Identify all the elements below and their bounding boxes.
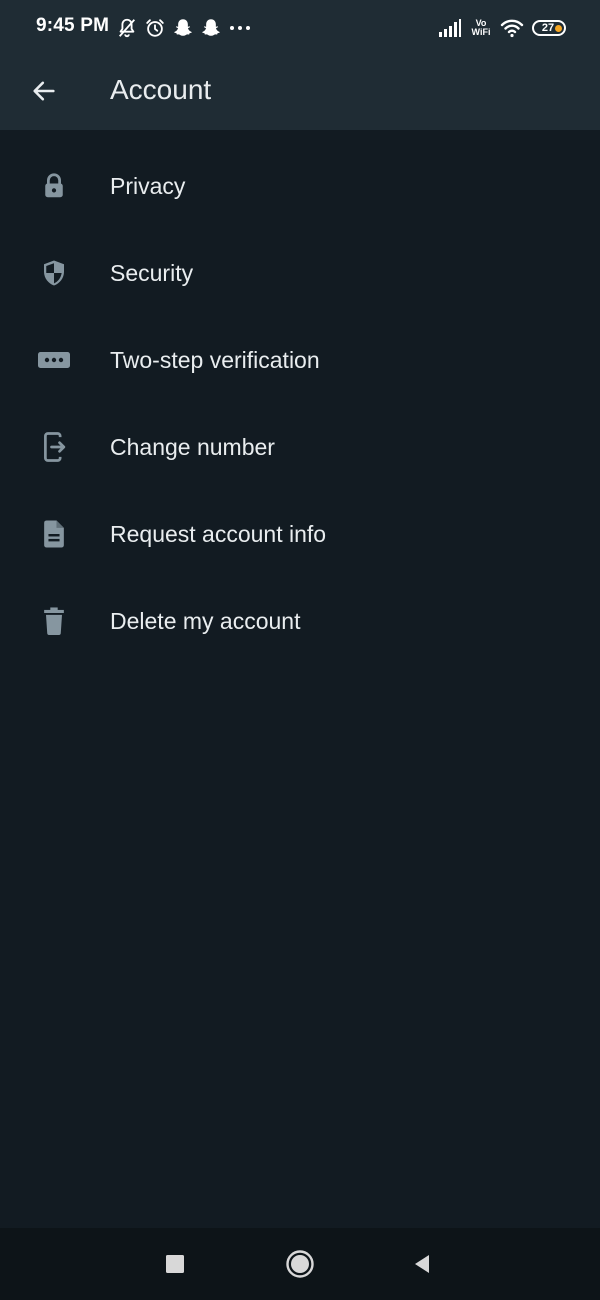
home-button[interactable] [276,1240,324,1288]
menu-item-security[interactable]: Security [0,229,600,316]
page-title: Account [110,74,212,105]
menu-item-label: Request account info [110,521,327,547]
header: 9:45 PM Vo WiFi 27 Account [0,0,600,130]
shield-icon [36,255,72,291]
home-circle-icon [286,1250,314,1278]
alarm-icon [144,17,166,39]
back-triangle-icon [415,1255,429,1273]
account-menu: Privacy Security Two-step verification C… [0,142,600,664]
menu-item-label: Change number [110,434,275,460]
status-bar: 9:45 PM Vo WiFi 27 [0,0,600,56]
snapchat-icon [172,17,194,39]
screen: 9:45 PM Vo WiFi 27 Account Privacy Secur… [0,0,600,1300]
status-icons-right: Vo WiFi 27 [438,15,566,41]
recents-square-icon [166,1255,184,1273]
vowifi-bottom: WiFi [471,27,491,37]
menu-item-label: Privacy [110,173,186,199]
document-icon [36,516,72,552]
system-back-button[interactable] [398,1240,446,1288]
lock-icon [36,168,72,204]
arrow-left-icon [33,81,55,101]
menu-item-two-step-verification[interactable]: Two-step verification [0,316,600,403]
menu-item-privacy[interactable]: Privacy [0,142,600,229]
wifi-icon [500,18,524,38]
battery-icon: 27 [532,20,566,36]
menu-item-change-number[interactable]: Change number [0,403,600,490]
menu-item-delete-my-account[interactable]: Delete my account [0,577,600,664]
trash-icon [36,603,72,639]
phone-transfer-icon [36,429,72,465]
status-icons-left [116,15,252,41]
vowifi-indicator: Vo WiFi [470,19,492,37]
menu-item-request-account-info[interactable]: Request account info [0,490,600,577]
signal-icon [438,18,462,38]
status-time: 9:45 PM [36,15,110,36]
menu-item-label: Security [110,260,194,286]
back-button[interactable] [22,69,66,113]
battery-charging-dot [555,25,562,32]
app-bar: Account [0,56,600,130]
menu-item-label: Two-step verification [110,347,320,373]
recents-button[interactable] [151,1240,199,1288]
menu-item-label: Delete my account [110,608,301,634]
system-nav-bar [0,1228,600,1300]
more-dots-icon [228,17,252,39]
snapchat-icon [200,17,222,39]
bell-off-icon [116,17,138,39]
password-dots-icon [36,342,72,378]
